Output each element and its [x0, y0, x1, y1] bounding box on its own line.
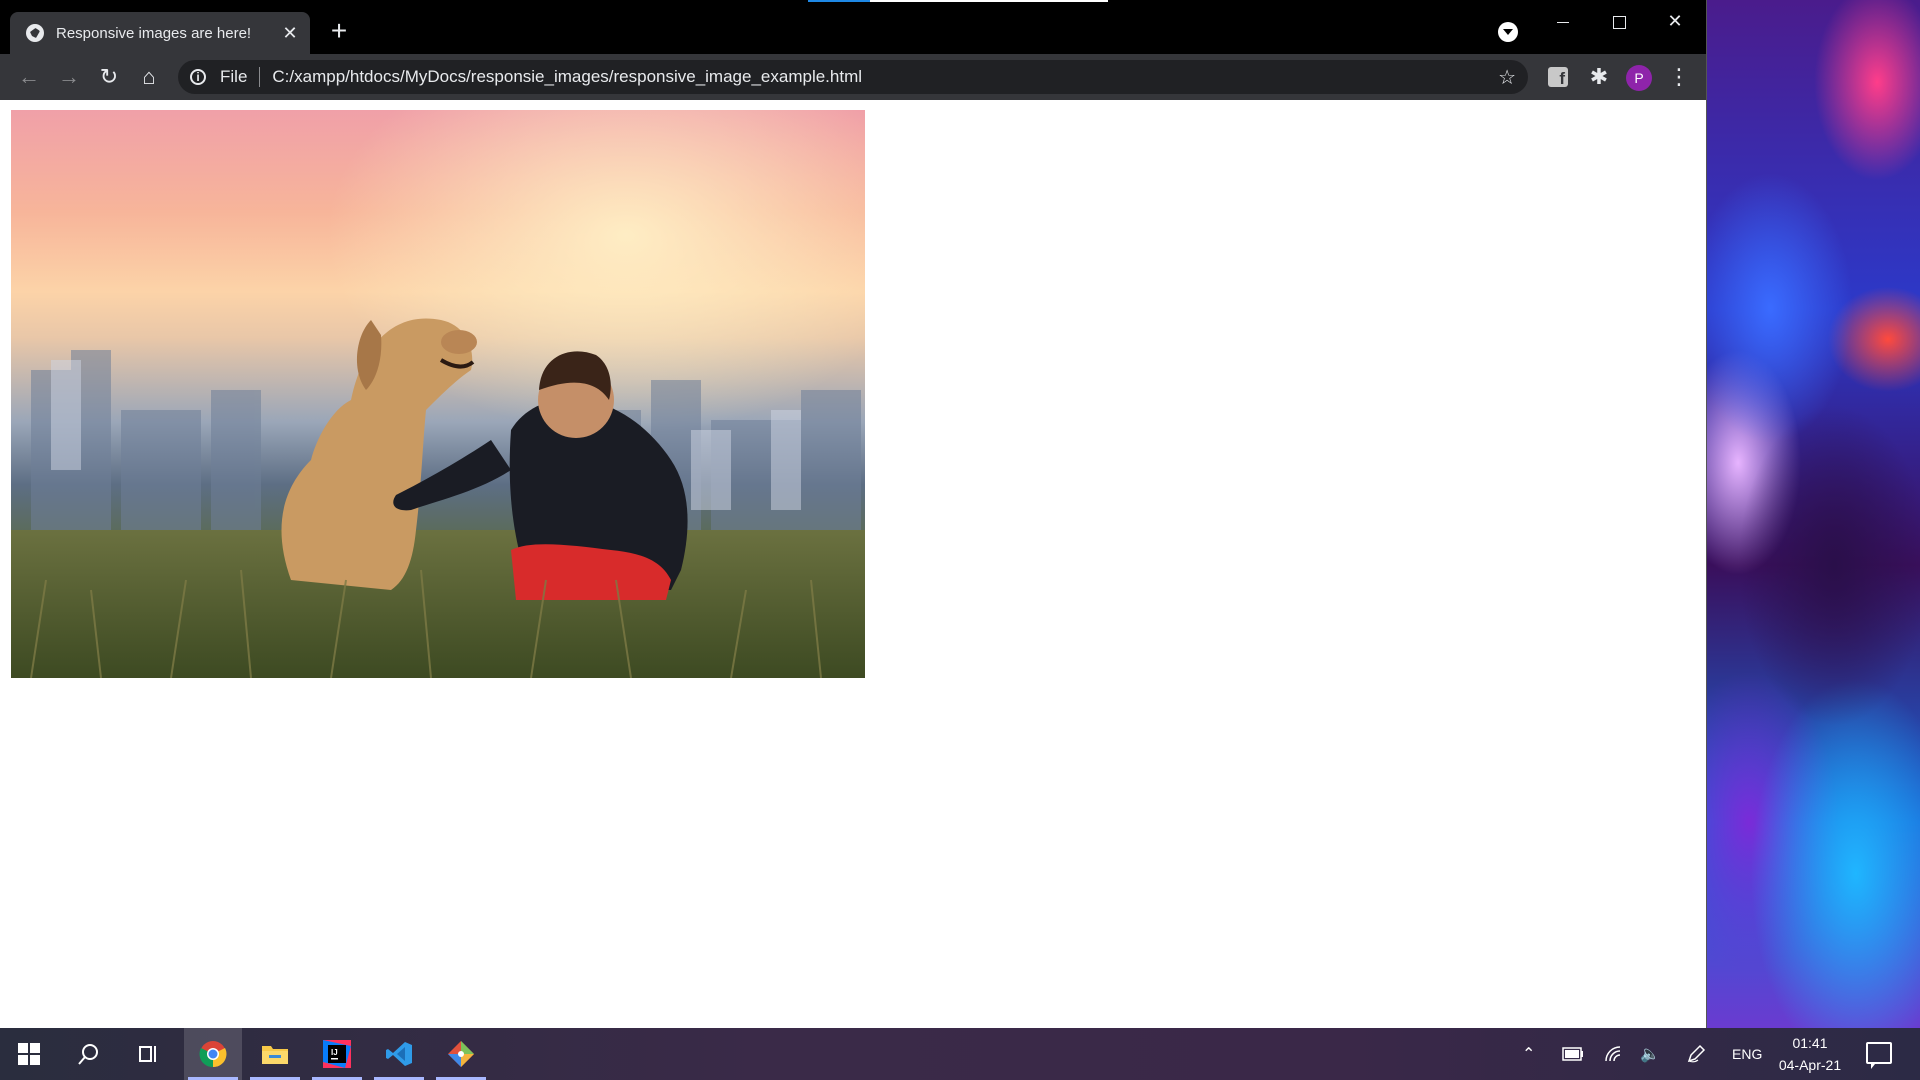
- network-icon[interactable]: [1604, 1028, 1624, 1080]
- bookmark-star-icon[interactable]: ☆: [1498, 65, 1516, 90]
- wifi-icon: [1605, 1046, 1621, 1062]
- battery-icon[interactable]: [1562, 1028, 1584, 1080]
- magnifier-icon: [78, 1044, 98, 1065]
- git-icon[interactable]: [432, 1028, 490, 1080]
- tab-title: Responsive images are here!: [56, 24, 252, 42]
- windows-taskbar: IJ ⌃ 🔈 ENG 01:41 04-Apr-21: [0, 1028, 1920, 1080]
- clock-time: 01:41: [1792, 1035, 1828, 1051]
- address-bar[interactable]: i File C:/xampp/htdocs/MyDocs/responsie_…: [178, 60, 1528, 94]
- windows-logo-icon: [18, 1043, 40, 1065]
- task-view-icon[interactable]: [120, 1028, 178, 1080]
- volume-icon[interactable]: 🔈: [1640, 1028, 1660, 1080]
- close-window-button[interactable]: ✕: [1652, 6, 1698, 36]
- tab-close-icon[interactable]: ✕: [280, 23, 300, 44]
- chrome-logo-icon: [199, 1041, 227, 1068]
- language-indicator[interactable]: ENG: [1732, 1028, 1762, 1080]
- titlebar-accent: [808, 0, 1108, 2]
- intellij-icon[interactable]: IJ: [308, 1028, 366, 1080]
- svg-text:IJ: IJ: [331, 1048, 338, 1057]
- reload-icon[interactable]: ↻: [96, 64, 122, 90]
- minimize-button[interactable]: [1540, 6, 1586, 36]
- system-clock[interactable]: 01:41 04-Apr-21: [1772, 1032, 1848, 1076]
- vscode-logo-icon: [386, 1042, 412, 1066]
- show-hidden-icons-icon[interactable]: ⌃: [1522, 1028, 1535, 1080]
- forward-arrow-icon[interactable]: →: [56, 64, 82, 90]
- page-viewport: [0, 100, 1706, 1028]
- browser-window: Responsive images are here! ✕ + ✕ ← → ↻ …: [0, 0, 1707, 1028]
- profile-avatar[interactable]: P: [1626, 65, 1652, 91]
- browser-titlebar: Responsive images are here! ✕ + ✕: [0, 0, 1706, 54]
- desktop-wallpaper: [1706, 0, 1920, 1028]
- facebook-extension-icon[interactable]: f: [1548, 67, 1568, 88]
- clock-date: 04-Apr-21: [1778, 1057, 1842, 1073]
- task-view-glyph-icon: [139, 1046, 156, 1062]
- intellij-logo-icon: IJ: [323, 1040, 351, 1068]
- omnibox-divider: [259, 67, 261, 87]
- browser-toolbar: ← → ↻ ⌂ i File C:/xampp/htdocs/MyDocs/re…: [0, 54, 1706, 100]
- search-icon[interactable]: [60, 1028, 118, 1080]
- maximize-icon: [1612, 15, 1626, 29]
- browser-menu-icon[interactable]: ⋮: [1666, 64, 1692, 90]
- pen-workspace-icon[interactable]: [1686, 1028, 1706, 1080]
- responsive-image: [11, 110, 865, 678]
- tab-search-icon[interactable]: [1498, 22, 1518, 42]
- photo-man-with-dog-icon: [11, 110, 865, 678]
- url-text[interactable]: C:/xampp/htdocs/MyDocs/responsie_images/…: [272, 67, 1498, 87]
- folder-icon: [262, 1046, 288, 1064]
- scheme-label: File: [220, 67, 248, 86]
- pen-icon: [1687, 1044, 1706, 1063]
- new-tab-button[interactable]: +: [326, 17, 352, 45]
- vscode-icon[interactable]: [370, 1028, 428, 1080]
- chrome-icon[interactable]: [184, 1028, 242, 1080]
- notification-center-icon[interactable]: [1866, 1042, 1892, 1069]
- git-client-logo-icon: [448, 1041, 474, 1067]
- home-icon[interactable]: ⌂: [136, 64, 162, 90]
- maximize-button[interactable]: [1596, 6, 1642, 36]
- battery-glyph-icon: [1562, 1047, 1583, 1061]
- tab-active[interactable]: Responsive images are here! ✕: [10, 12, 310, 54]
- extensions-puzzle-icon[interactable]: ✱: [1586, 64, 1612, 90]
- back-arrow-icon[interactable]: ←: [16, 64, 42, 90]
- globe-icon: [26, 24, 44, 42]
- site-info-icon[interactable]: i: [190, 69, 206, 85]
- start-icon[interactable]: [0, 1028, 58, 1080]
- file-explorer-icon[interactable]: [246, 1028, 304, 1080]
- minimize-icon: [1557, 21, 1569, 23]
